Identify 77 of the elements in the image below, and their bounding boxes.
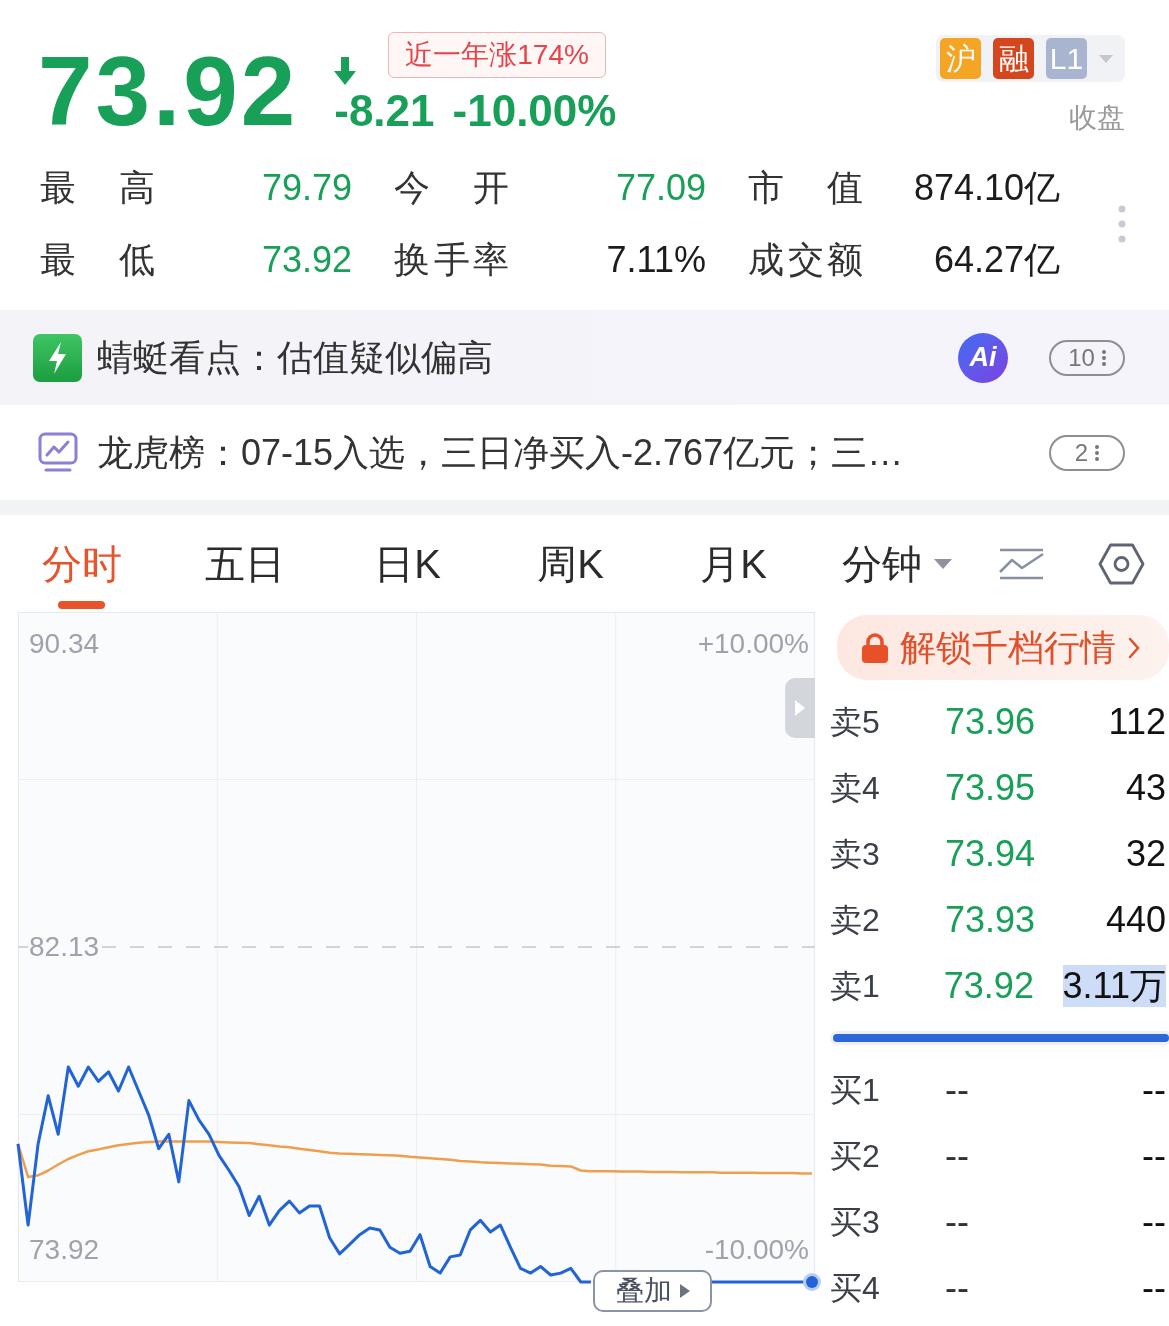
dropdown-caret-icon[interactable] <box>1099 54 1113 63</box>
ai-badge[interactable]: Ai <box>958 332 1008 383</box>
lightning-icon <box>33 333 82 382</box>
level-label: 卖5 <box>830 706 881 738</box>
percent-change: -10.00% <box>452 89 617 133</box>
settings-icon[interactable] <box>1098 542 1145 585</box>
market-tag: L1 <box>1046 38 1087 79</box>
stat-label: 最 高 <box>40 166 155 210</box>
insight-text[interactable]: 龙虎榜：07-15入选，三日净买入-2.767亿元；三… <box>97 430 904 475</box>
percent-axis-label: -10.00% <box>704 1233 809 1268</box>
level-price: 73.92 <box>943 968 1035 1004</box>
level-volume: -- <box>1142 1267 1166 1309</box>
stat-value: 77.09 <box>614 166 706 210</box>
level-volume: -- <box>1142 1201 1166 1243</box>
level-price: -- <box>945 1204 970 1240</box>
chart-tab[interactable]: 周K <box>489 515 652 612</box>
right-triangle-icon <box>795 700 805 716</box>
level-price: -- <box>945 1270 970 1306</box>
level-label: 买4 <box>830 1272 881 1304</box>
overlay-button[interactable]: 叠加 <box>593 1270 712 1312</box>
level-volume: 3.11万 <box>1062 965 1166 1007</box>
level-label: 卖2 <box>830 904 881 936</box>
right-triangle-icon <box>679 1284 690 1298</box>
more-vertical-icon <box>1095 444 1100 461</box>
level-volume: 112 <box>1108 701 1166 743</box>
level-price: -- <box>945 1138 970 1174</box>
down-arrow-icon <box>334 57 357 85</box>
market-tag: 沪 <box>940 38 981 79</box>
count-button[interactable]: 2 <box>1049 434 1125 471</box>
stat-label: 市 值 <box>748 166 863 210</box>
percent-axis-label: +10.00% <box>697 626 809 661</box>
more-vertical-icon[interactable] <box>1118 205 1126 243</box>
level-volume: -- <box>1142 1135 1166 1177</box>
level-price: 73.96 <box>945 704 1037 740</box>
endpoint-marker-icon <box>803 1273 821 1291</box>
level-price: 73.93 <box>945 902 1037 938</box>
level-label: 买1 <box>830 1074 881 1106</box>
yearly-gain-badge: 近一年涨174% <box>388 32 606 78</box>
stat-label: 换手率 <box>394 238 509 282</box>
stat-value: 73.92 <box>260 238 352 282</box>
stat-value: 7.11% <box>605 238 706 282</box>
chart-tab[interactable]: 月K <box>652 515 815 612</box>
level-label: 买2 <box>830 1140 881 1172</box>
chart-monitor-icon <box>38 432 78 473</box>
chart-tab[interactable]: 日K <box>326 515 489 612</box>
level-price: -- <box>945 1072 970 1108</box>
stat-value: 64.27亿 <box>932 238 1060 282</box>
level-volume: -- <box>1142 1069 1166 1111</box>
market-status: 收盘 <box>1069 104 1125 132</box>
level-volume: 43 <box>1125 767 1166 809</box>
stat-value: 79.79 <box>260 166 352 210</box>
stat-label: 最 低 <box>40 238 155 282</box>
chart-tab[interactable]: 五日 <box>163 515 326 612</box>
level-label: 卖4 <box>830 772 881 804</box>
chevron-right-icon <box>1128 636 1140 659</box>
level-price: 73.95 <box>945 770 1037 806</box>
chart-tab[interactable]: 分钟 <box>815 515 978 612</box>
level-label: 买3 <box>830 1206 881 1238</box>
insight-text[interactable]: 蜻蜓看点：估值疑似偏高 <box>97 335 493 380</box>
level-label: 卖1 <box>830 970 881 1002</box>
chart-tab[interactable]: 分时 <box>0 515 163 612</box>
level-volume: 32 <box>1125 833 1166 875</box>
level-label: 卖3 <box>830 838 881 870</box>
stat-label: 成交额 <box>748 238 863 282</box>
market-tag: 融 <box>993 38 1034 79</box>
stat-value: 874.10亿 <box>912 166 1060 210</box>
level-volume: 440 <box>1105 899 1166 941</box>
line-chart-icon[interactable] <box>998 547 1045 580</box>
level-price: 73.94 <box>945 836 1037 872</box>
last-price: 73.92 <box>38 42 299 140</box>
side-panel-handle[interactable] <box>785 678 815 738</box>
dropdown-caret-icon <box>933 558 952 569</box>
lock-icon <box>862 632 888 663</box>
count-button[interactable]: 10 <box>1049 339 1125 376</box>
price-change: -8.21 <box>334 89 435 133</box>
stat-label: 今 开 <box>394 166 509 210</box>
more-vertical-icon <box>1101 349 1106 366</box>
